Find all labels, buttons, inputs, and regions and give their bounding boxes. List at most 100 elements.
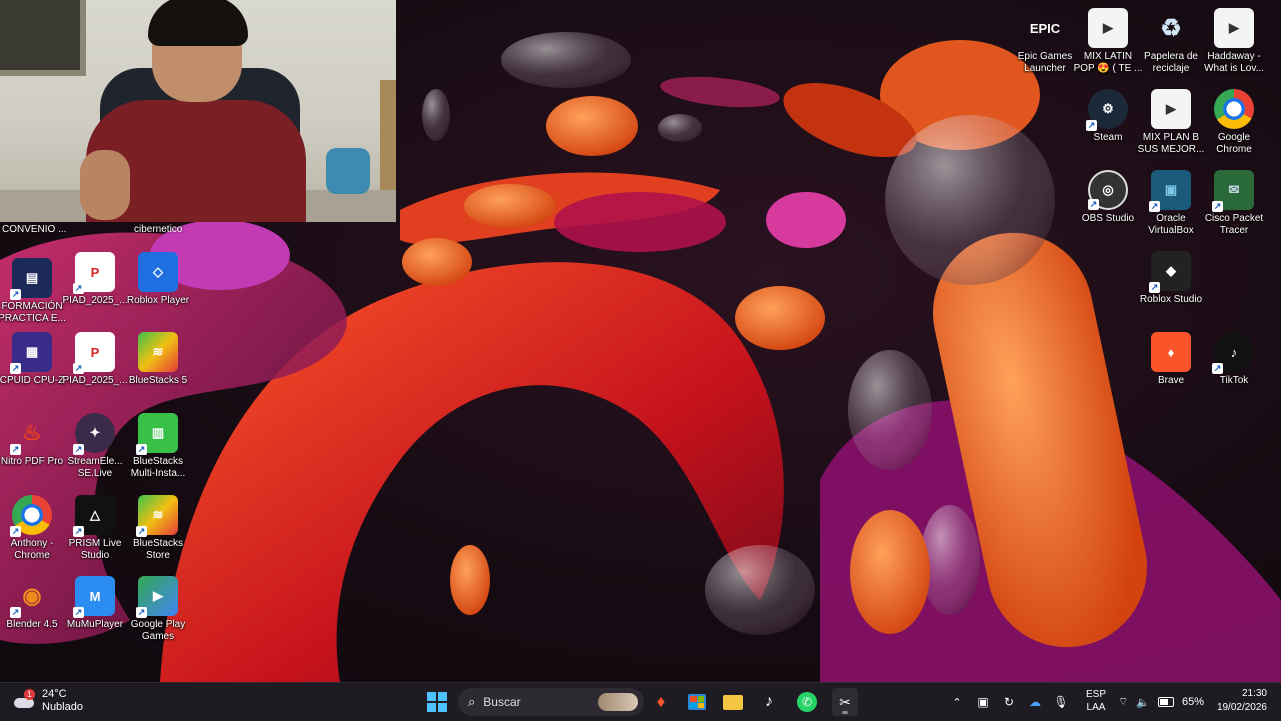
tray-icon-2[interactable]: ↻ [1000,688,1018,716]
desktop-label-convenio[interactable]: CONVENIO ... [2,224,66,235]
video-file-icon: ▶ [1088,8,1128,48]
epic-games-icon: EPIC [1029,20,1061,36]
quick-settings[interactable]: ⌔ 🔈 65% [1118,683,1204,721]
streamelements-icon: ✦ ↗ [73,413,115,455]
taskbar-search[interactable]: ⌕ Buscar [458,688,644,716]
taskbar-whatsapp[interactable]: ✆ [794,688,820,716]
pdf-file-icon: P ↗ [73,252,115,294]
desktop-icon-piad-2[interactable]: P ↗ PIAD_2025_... [60,332,130,387]
desktop-icon-packet-tracer[interactable]: ✉ ↗ Cisco Packet Tracer [1199,170,1269,237]
weather-condition: Nublado [42,701,83,713]
desktop-icon-haddaway[interactable]: ▶ Haddaway - What is Lov... [1199,8,1269,75]
steam-icon: ⚙ ↗ [1086,89,1128,131]
tray-icon-1[interactable]: ▣ [974,688,992,716]
desktop-icon-google-play-games[interactable]: ▶ ↗ Google Play Games [123,576,193,643]
blender-icon: ◉ ↗ [10,583,42,618]
desktop-icon-roblox-studio[interactable]: ◆ ↗ Roblox Studio [1136,251,1206,306]
language-indicator[interactable]: ESP LAA [1086,688,1106,714]
desktop-icon-label: StreamEle... SE.Live [67,456,123,479]
pdf-file-icon: P ↗ [73,332,115,374]
taskbar-file-explorer[interactable] [720,688,746,716]
desktop-icon-label: OBS Studio [1081,213,1135,224]
desktop-icon-bluestacks-store[interactable]: ≋ ↗ BlueStacks Store [123,495,193,562]
cpuz-icon: ▦ ↗ [10,332,52,374]
desktop-icon-blender[interactable]: ◉ ↗ Blender 4.5 [0,576,67,631]
desktop-icon-anthony-chrome[interactable]: ↗ Anthony - Chrome [0,495,67,562]
sync-icon: ↻ [1003,695,1015,709]
packet-tracer-icon: ✉ ↗ [1212,170,1254,212]
bluestacks-multi-icon: ▥ ↗ [136,413,178,455]
desktop-icon-label: Roblox Studio [1139,294,1203,305]
weather-widget[interactable]: 1 24°C Nublado [14,688,83,714]
desktop-icon-label: MIX PLAN B SUS MEJOR... [1137,132,1205,155]
desktop-icon-label: Epic Games Launcher [1017,51,1073,74]
desktop-icon-roblox-player[interactable]: ◇ Roblox Player [123,252,193,307]
microphone-icon: 🎙 [1053,695,1069,709]
tiktok-icon: ♪ [765,693,773,710]
desktop-icon-tiktok[interactable]: ♪ ↗ TikTok [1199,332,1269,387]
desktop-icon-obs[interactable]: ◎ ↗ OBS Studio [1073,170,1143,225]
start-button[interactable] [424,688,450,716]
desktop-icon-mix-plan-b[interactable]: ▶ MIX PLAN B SUS MEJOR... [1136,89,1206,156]
desktop-icon-nitro-pdf[interactable]: ♨ ↗ Nitro PDF Pro [0,413,67,468]
desktop-icon-label: Oracle VirtualBox [1148,213,1194,236]
desktop-icon-label: PRISM Live Studio [68,538,122,561]
desktop-icon-mumu[interactable]: M ↗ MuMuPlayer [60,576,130,631]
tray-icon-4[interactable]: 🎙 [1052,688,1070,716]
desktop-icon-virtualbox[interactable]: ▣ ↗ Oracle VirtualBox [1136,170,1206,237]
desktop-icon-epic-games[interactable]: EPIC Epic Games Launcher [1010,8,1080,75]
desktop-icon-formacion[interactable]: ▤ ↗ FORMACIÓN PRACTICA E... [0,258,67,325]
taskbar-tiktok[interactable]: ♪ [756,688,782,716]
desktop-icon-steam[interactable]: ⚙ ↗ Steam [1073,89,1143,144]
desktop-label-cibernetico[interactable]: cibernetico [134,224,182,235]
desktop-icon-google-chrome[interactable]: Google Chrome [1199,89,1269,156]
tray-icon-3[interactable]: ☁ [1026,688,1044,716]
desktop-icon-label: CPUID CPU-Z [0,375,65,386]
desktop-icon-recycle-bin[interactable]: ♻ Papelera de reciclaje [1136,8,1206,75]
desktop-icon-label: BlueStacks 5 [128,375,188,386]
desktop-icon-label: Papelera de reciclaje [1144,51,1198,74]
desktop-icon-label: Brave [1157,375,1185,386]
taskbar-snipping-tool[interactable]: ✂ [832,688,858,716]
chrome-profile-icon: ↗ [10,495,52,537]
cloud-icon: 1 [14,689,35,709]
desktop-icon-label: TikTok [1219,375,1249,386]
desktop-icon-label: Roblox Player [126,295,190,306]
active-app-indicator [842,711,848,714]
desktop-icon-prism[interactable]: △ ↗ PRISM Live Studio [60,495,130,562]
desktop-icon-label: BlueStacks Multi-Insta... [130,456,186,479]
desktop-icon-label: Steam [1093,132,1123,143]
search-icon: ⌕ [468,694,476,709]
taskbar-microsoft-store[interactable] [684,688,710,716]
image-icon: ▣ [977,695,989,709]
desktop-icon-label: Anthony - Chrome [10,538,54,561]
bluestacks-icon: ≋ [138,332,178,372]
mumu-icon: M ↗ [73,576,115,618]
language-layout: LAA [1086,702,1106,713]
desktop-icon-piad-1[interactable]: P ↗ PIAD_2025_... [60,252,130,307]
tiktok-icon: ♪ ↗ [1212,332,1254,374]
desktop-icon-streamelements[interactable]: ✦ ↗ StreamEle... SE.Live [60,413,130,480]
volume-icon: 🔈 [1136,696,1151,709]
google-play-games-icon: ▶ ↗ [136,576,178,618]
whatsapp-icon: ✆ [797,692,817,712]
tray-overflow-button[interactable]: ⌃ [948,688,966,716]
desktop-icon-label: Haddaway - What is Lov... [1204,51,1264,74]
desktop-icon-cpuz[interactable]: ▦ ↗ CPUID CPU-Z [0,332,67,387]
prism-icon: △ ↗ [73,495,115,537]
brave-icon: ♦ [1151,332,1191,372]
desktop-icon-bluestacks5[interactable]: ≋ BlueStacks 5 [123,332,193,387]
desktop-icon-label: Google Chrome [1216,132,1252,155]
desktop-icon-label: Cisco Packet Tracer [1204,213,1264,236]
desktop-icon-label: BlueStacks Store [132,538,184,561]
desktop-icon-bluestacks-multi[interactable]: ▥ ↗ BlueStacks Multi-Insta... [123,413,193,480]
taskbar-brave[interactable]: ♦ [648,688,674,716]
obs-icon: ◎ ↗ [1088,170,1128,210]
brave-icon: ♦ [656,692,666,711]
desktop-icon-brave[interactable]: ♦ Brave [1136,332,1206,387]
desktop-icon-mix-latin-pop[interactable]: ▶ MIX LATIN POP 😍 ( TE ... [1073,8,1143,75]
clock[interactable]: 21:30 19/02/2026 [1217,687,1267,715]
webcam-person-arm [80,150,130,220]
desktop-icon-label: MuMuPlayer [66,619,124,630]
battery-percent: 65% [1182,696,1205,708]
